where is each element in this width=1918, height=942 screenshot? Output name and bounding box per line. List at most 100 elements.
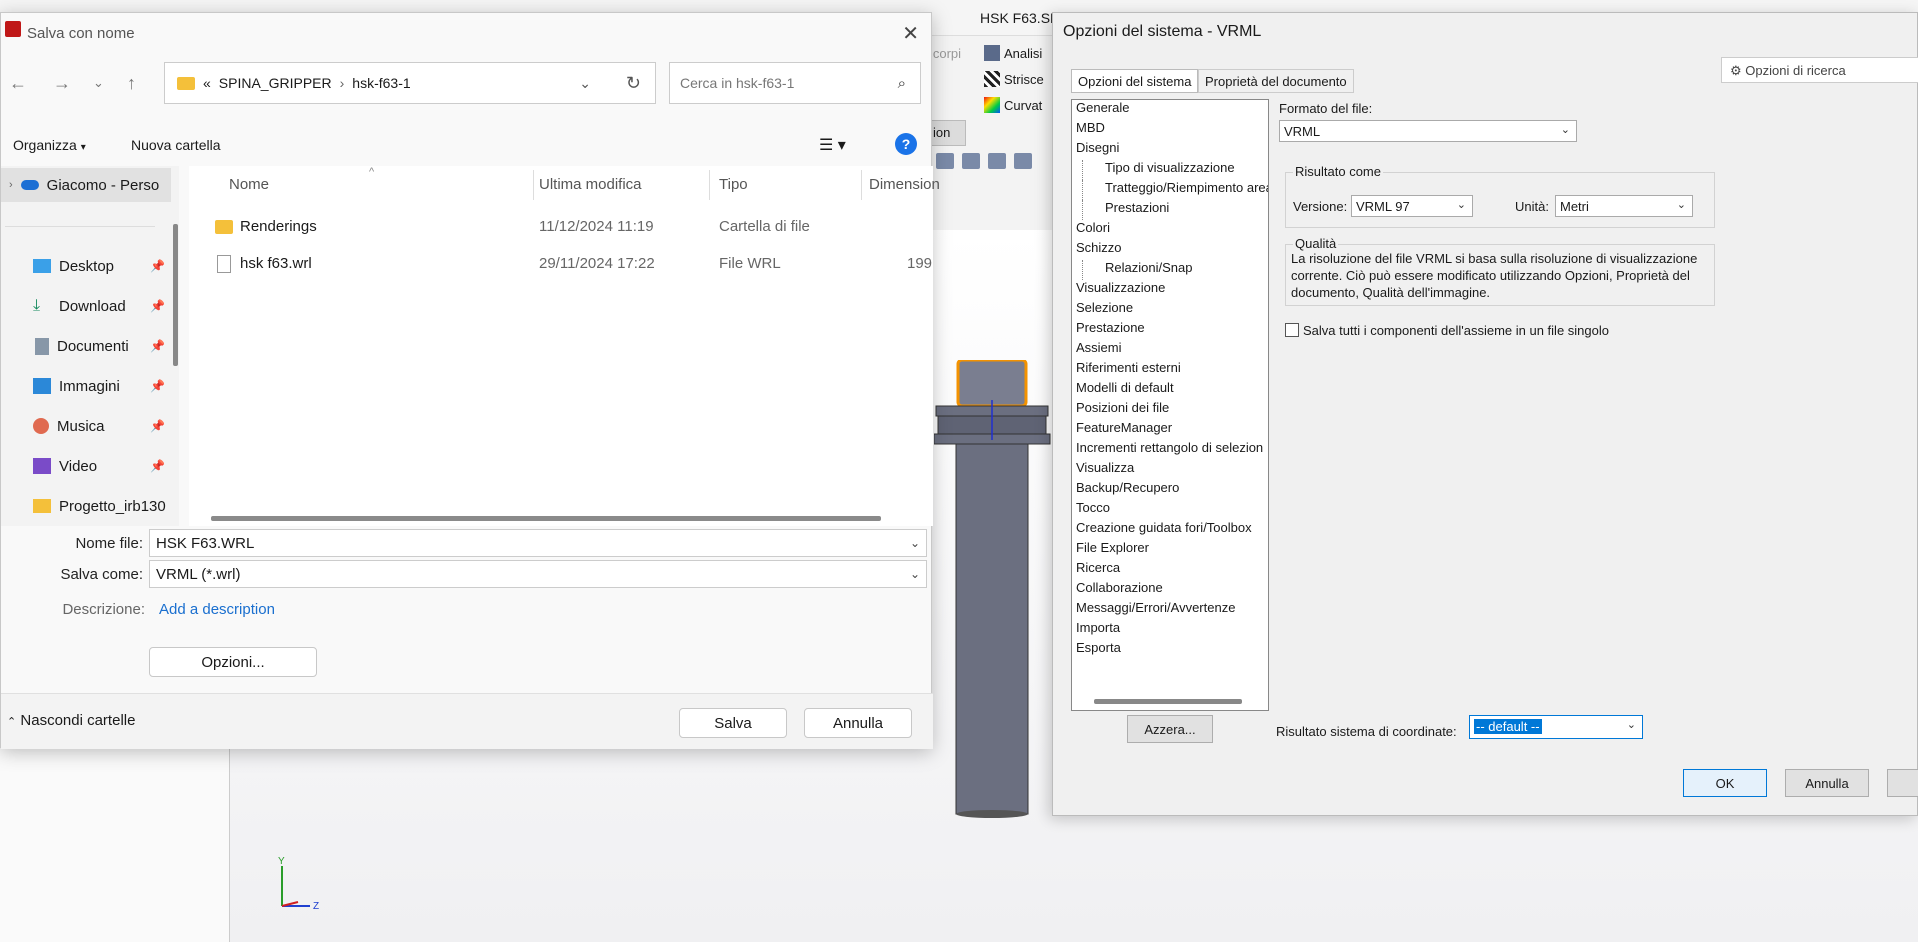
organize-button[interactable]: Organizza ▾ (13, 137, 86, 153)
tree-item[interactable]: Visualizzazione (1072, 280, 1268, 300)
back-icon[interactable]: ← (9, 73, 27, 94)
coord-system-select[interactable]: -- default -- ⌄ (1469, 715, 1643, 739)
pin-icon[interactable]: 📌 (150, 259, 165, 273)
reset-button[interactable]: Azzera... (1127, 715, 1213, 743)
options-search-input[interactable]: ⚙ Opzioni di ricerca (1721, 57, 1918, 83)
save-button[interactable]: Salva (679, 708, 787, 738)
tree-item[interactable]: Prestazioni (1082, 200, 1268, 220)
sidebar-item-download[interactable]: ⤓ Download 📌 (1, 289, 171, 323)
column-modified[interactable]: Ultima modifica (539, 176, 642, 193)
pin-icon[interactable]: 📌 (150, 379, 165, 393)
tab-system-options[interactable]: Opzioni del sistema (1071, 69, 1199, 93)
sidebar-item-musica[interactable]: Musica 📌 (1, 409, 171, 443)
column-divider[interactable] (709, 170, 710, 200)
up-icon[interactable]: ↑ (127, 73, 136, 94)
ok-button[interactable]: OK (1683, 769, 1767, 797)
search-input[interactable]: Cerca in hsk-f63-1 ⌕ (669, 62, 921, 104)
tree-item[interactable]: Creazione guidata fori/Toolbox (1072, 520, 1268, 540)
breadcrumb-item[interactable]: SPINA_GRIPPER (219, 75, 332, 91)
sidebar-item-immagini[interactable]: Immagini 📌 (1, 369, 171, 403)
filename-field[interactable]: HSK F63.WRL ⌄ (149, 529, 927, 557)
sidebar-item-onedrive[interactable]: › Giacomo - Perso (1, 168, 171, 202)
tree-item[interactable]: Posizioni dei file (1072, 400, 1268, 420)
recent-locations-icon[interactable]: ⌄ (93, 75, 104, 91)
tree-item[interactable]: Schizzo (1072, 240, 1268, 260)
pin-icon[interactable]: 📌 (150, 419, 165, 433)
sidebar-scrollbar[interactable] (173, 224, 178, 366)
tree-item[interactable]: MBD (1072, 120, 1268, 140)
view-tool-icon[interactable] (1014, 153, 1032, 169)
tree-item[interactable]: Incrementi rettangolo di selezion (1072, 440, 1268, 460)
chevron-down-icon[interactable]: ⌄ (910, 536, 920, 550)
tree-item[interactable]: Ricerca (1072, 560, 1268, 580)
sidebar-item-video[interactable]: Video 📌 (1, 449, 171, 483)
chevron-down-icon[interactable]: ⌄ (910, 567, 920, 581)
tree-item[interactable]: Tratteggio/Riempimento area (1082, 180, 1268, 200)
new-folder-button[interactable]: Nuova cartella (131, 137, 221, 153)
tree-item[interactable]: Relazioni/Snap (1082, 260, 1268, 280)
view-options-icon[interactable]: ☰ ▾ (819, 135, 846, 155)
add-description-link[interactable]: Add a description (159, 601, 275, 618)
command-strisce[interactable]: Strisce (984, 66, 1044, 92)
tree-item[interactable]: Selezione (1072, 300, 1268, 320)
column-size[interactable]: Dimension (869, 176, 940, 193)
refresh-icon[interactable]: ↻ (626, 73, 641, 94)
search-icon[interactable]: ⌕ (898, 75, 906, 92)
units-select[interactable]: Metri ⌄ (1555, 195, 1693, 217)
tab-partial[interactable]: ion (930, 120, 966, 146)
tree-item[interactable]: Visualizza (1072, 460, 1268, 480)
file-list-scrollbar[interactable] (211, 516, 881, 521)
table-row[interactable]: Renderings 11/12/2024 11:19 Cartella di … (189, 210, 933, 244)
command-analisi[interactable]: Analisi (984, 40, 1044, 66)
tree-item[interactable]: File Explorer (1072, 540, 1268, 560)
chevron-down-icon[interactable]: ⌄ (579, 75, 591, 92)
pin-icon[interactable]: 📌 (150, 299, 165, 313)
tree-item[interactable]: Collaborazione (1072, 580, 1268, 600)
tree-item[interactable]: Esporta (1072, 640, 1268, 660)
address-bar[interactable]: « SPINA_GRIPPER › hsk-f63-1 ⌄ ↻ (164, 62, 656, 104)
cancel-button[interactable]: Annulla (1785, 769, 1869, 797)
tree-scrollbar[interactable] (1094, 699, 1242, 704)
version-select[interactable]: VRML 97 ⌄ (1351, 195, 1473, 217)
close-icon[interactable]: ✕ (902, 21, 919, 46)
view-tool-icon[interactable] (988, 153, 1006, 169)
column-divider[interactable] (533, 170, 534, 200)
pin-icon[interactable]: 📌 (150, 459, 165, 473)
table-row[interactable]: hsk f63.wrl 29/11/2024 17:22 File WRL 19… (189, 247, 933, 281)
tab-document-properties[interactable]: Proprietà del documento (1198, 69, 1354, 93)
options-button[interactable]: Opzioni... (149, 647, 317, 677)
pin-icon[interactable]: 📌 (150, 339, 165, 353)
tree-item[interactable]: Backup/Recupero (1072, 480, 1268, 500)
format-select[interactable]: VRML ⌄ (1279, 120, 1577, 142)
tree-item[interactable]: Importa (1072, 620, 1268, 640)
help-button[interactable] (1887, 769, 1918, 797)
help-icon[interactable]: ? (895, 133, 917, 155)
column-type[interactable]: Tipo (719, 176, 748, 193)
tree-item[interactable]: Messaggi/Errori/Avvertenze (1072, 600, 1268, 620)
tree-item[interactable]: Generale (1072, 100, 1268, 120)
sidebar-item-desktop[interactable]: Desktop 📌 (1, 249, 171, 283)
forward-icon[interactable]: → (53, 73, 71, 94)
sidebar-item-progetto[interactable]: Progetto_irb130 (1, 489, 171, 523)
tree-item[interactable]: Riferimenti esterni (1072, 360, 1268, 380)
tree-item[interactable]: Modelli di default (1072, 380, 1268, 400)
cancel-button[interactable]: Annulla (804, 708, 912, 738)
view-tool-icon[interactable] (936, 153, 954, 169)
sidebar-item-documenti[interactable]: Documenti 📌 (1, 329, 171, 363)
hsk-part-model[interactable] (934, 360, 1054, 820)
tree-item[interactable]: Assiemi (1072, 340, 1268, 360)
breadcrumb-item[interactable]: hsk-f63-1 (352, 75, 410, 91)
tree-item[interactable]: Colori (1072, 220, 1268, 240)
column-divider[interactable] (861, 170, 862, 200)
tree-item[interactable]: Tipo di visualizzazione (1082, 160, 1268, 180)
single-file-checkbox[interactable] (1285, 323, 1299, 337)
column-name[interactable]: Nome (229, 176, 269, 193)
view-tool-icon[interactable] (962, 153, 980, 169)
tree-item[interactable]: Tocco (1072, 500, 1268, 520)
tree-item[interactable]: Prestazione (1072, 320, 1268, 340)
hide-folders-toggle[interactable]: ⌃ Nascondi cartelle (7, 712, 135, 729)
tree-item[interactable]: Disegni (1072, 140, 1268, 160)
command-curvatura[interactable]: Curvat (984, 92, 1044, 118)
tree-item[interactable]: FeatureManager (1072, 420, 1268, 440)
saveas-select[interactable]: VRML (*.wrl) ⌄ (149, 560, 927, 588)
